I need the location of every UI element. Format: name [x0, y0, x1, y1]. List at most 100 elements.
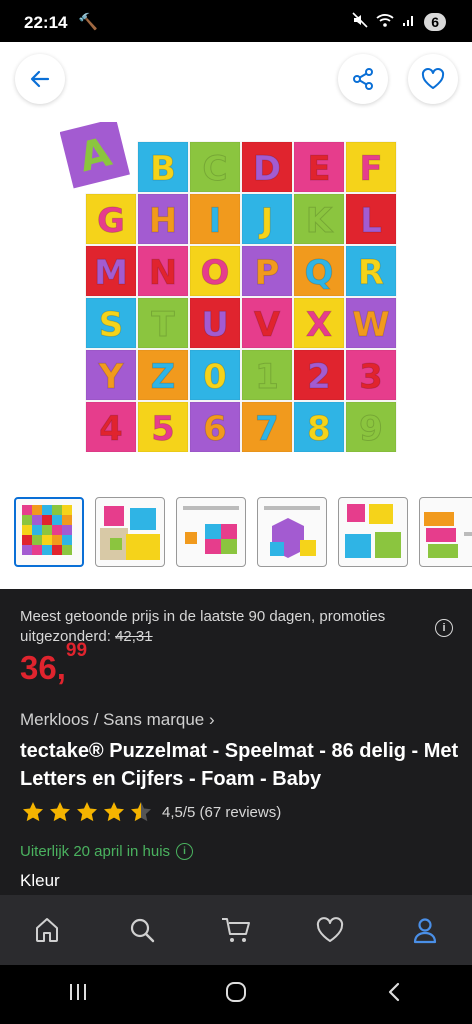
price-main: 36, — [20, 649, 66, 686]
thumbnail-image — [183, 506, 239, 554]
nav-favorites[interactable] — [308, 908, 352, 952]
star-icon — [104, 802, 124, 822]
share-icon — [353, 68, 373, 90]
status-time: 22:14 — [24, 13, 68, 32]
delivery-text: Uiterlijk 20 april in huis — [20, 843, 171, 860]
puzzle-tile-glyph: 8 — [307, 409, 331, 449]
thumbnail-image — [345, 504, 401, 558]
home-circle-icon — [225, 982, 246, 1002]
signal-icon — [402, 13, 416, 30]
star-icon — [23, 802, 43, 822]
puzzle-tile-glyph: M — [94, 253, 128, 293]
back-button[interactable] — [15, 54, 65, 104]
nav-home[interactable] — [25, 908, 69, 952]
recent-apps-button[interactable] — [67, 981, 89, 1008]
star-rating — [20, 800, 154, 824]
mute-icon — [352, 12, 368, 31]
color-label: Kleur — [20, 871, 60, 890]
rating[interactable]: 4,5/5 (67 reviews) — [20, 800, 281, 824]
info-icon: i — [176, 843, 194, 860]
arrow-left-icon — [30, 70, 50, 88]
price-cents: 99 — [65, 640, 88, 661]
user-icon — [413, 918, 436, 944]
heart-icon — [421, 67, 445, 89]
brand-label: Merkloos / Sans marque — [20, 710, 205, 729]
old-price: 42,31 — [115, 628, 153, 645]
puzzle-tile-glyph: K — [306, 201, 334, 241]
thumbnail-image — [100, 506, 160, 560]
share-button[interactable] — [338, 54, 388, 104]
puzzle-tile-glyph: C — [203, 149, 228, 189]
puzzle-tile-glyph: H — [149, 201, 177, 241]
heart-icon — [317, 917, 344, 942]
bottom-nav — [0, 895, 472, 965]
wifi-icon — [376, 12, 394, 31]
rating-text: 4,5/5 (67 reviews) — [162, 803, 282, 821]
puzzle-tile-glyph: 9 — [359, 409, 383, 449]
puzzle-tile-glyph: S — [99, 305, 124, 345]
home-icon — [36, 918, 59, 942]
star-icon — [77, 802, 97, 822]
puzzle-tile-glyph: 0 — [203, 357, 227, 397]
thumbnail-1[interactable] — [14, 497, 84, 567]
thumbnail-image — [264, 506, 320, 558]
status-icons: 6 — [352, 12, 446, 31]
puzzle-tile-glyph: 3 — [359, 357, 383, 397]
thumbnail-6[interactable] — [419, 497, 472, 567]
puzzle-tile-glyph: Q — [305, 253, 334, 293]
thumbnail-2[interactable] — [95, 497, 165, 567]
puzzle-tile-glyph: N — [149, 253, 177, 293]
puzzle-tile-glyph: 5 — [151, 409, 175, 449]
thumbnail-5[interactable] — [338, 497, 408, 567]
search-icon — [130, 918, 154, 943]
product-info: Meest getoonde prijs in de laatste 90 da… — [0, 589, 472, 895]
home-button[interactable] — [224, 980, 248, 1009]
price: 36,99 — [20, 640, 87, 687]
nav-account[interactable] — [403, 908, 447, 952]
puzzle-tile-glyph: D — [253, 149, 281, 189]
product-image[interactable]: BCDEF GHIJKL MNOPQR STUVXW YZ0123 456789 A — [59, 118, 420, 453]
puzzle-tile-glyph: U — [201, 305, 229, 345]
puzzle-tile-glyph: T — [151, 305, 175, 345]
favorite-button[interactable] — [408, 54, 458, 104]
delivery-info[interactable]: Uiterlijk 20 april in huis i — [20, 843, 194, 860]
chevron-right-icon: › — [208, 710, 215, 729]
puzzle-tile-glyph: W — [352, 305, 390, 345]
thumbnail-image — [22, 505, 72, 555]
puzzle-tile-glyph: G — [97, 201, 125, 241]
brand-link[interactable]: Merkloos / Sans marque › — [20, 710, 215, 730]
puzzle-tile-glyph: 6 — [203, 409, 227, 449]
puzzle-tile-glyph: B — [150, 149, 176, 189]
recent-apps-icon — [70, 984, 87, 1000]
puzzle-tile-glyph: F — [359, 149, 382, 189]
thumbnail-3[interactable] — [176, 497, 246, 567]
cart-icon — [221, 918, 250, 942]
notification-badge: 6 — [424, 12, 446, 31]
puzzle-tile-glyph: E — [307, 149, 330, 189]
puzzle-tile-glyph: Y — [98, 357, 124, 397]
chevron-left-icon — [388, 982, 399, 1002]
puzzle-tile-glyph: P — [255, 253, 280, 293]
puzzle-tile-glyph: J — [259, 201, 274, 241]
nav-search[interactable] — [120, 908, 164, 952]
product-gallery: BCDEF GHIJKL MNOPQR STUVXW YZ0123 456789 A — [0, 42, 472, 589]
hammer-icon: 🔨 — [78, 14, 98, 31]
info-icon[interactable]: i — [435, 619, 453, 637]
thumbnail-4[interactable] — [257, 497, 327, 567]
back-nav-button[interactable] — [383, 981, 405, 1008]
puzzle-tile-glyph: 1 — [255, 357, 279, 397]
puzzle-tile-glyph: Z — [151, 357, 176, 397]
status-bar: 22:14 🔨 6 — [0, 0, 472, 42]
puzzle-tile-glyph: 2 — [307, 357, 331, 397]
system-nav — [0, 965, 472, 1024]
thumbnail-strip — [14, 497, 472, 567]
puzzle-tile-glyph: V — [254, 305, 281, 345]
puzzle-tile-glyph: X — [306, 305, 332, 345]
puzzle-tile-glyph: R — [358, 253, 384, 293]
nav-cart[interactable] — [214, 908, 258, 952]
product-title: tectake® Puzzelmat - Speelmat - 86 delig… — [20, 740, 459, 790]
star-icon — [131, 802, 151, 822]
puzzle-tile-glyph: O — [201, 253, 230, 293]
puzzle-tile-glyph: L — [360, 201, 382, 241]
puzzle-tile-glyph: 7 — [255, 409, 279, 449]
